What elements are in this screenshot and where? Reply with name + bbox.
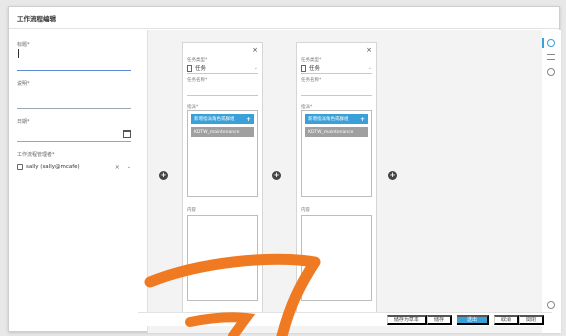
- assignee-field: 工作流程管理者* sally (sally@mcafe) × ⌄: [17, 151, 143, 173]
- date-label: 日期*: [17, 119, 30, 125]
- task-type-value: 任务: [195, 66, 207, 72]
- assignee-chip[interactable]: KDTW_maintenance: [191, 127, 254, 137]
- user-icon: [17, 164, 23, 170]
- close-icon[interactable]: ×: [366, 46, 372, 54]
- assign-box: 新增指派角色或群组 + KDTW_maintenance: [301, 110, 372, 197]
- close-icon[interactable]: ×: [252, 46, 258, 54]
- title-input[interactable]: [17, 60, 131, 71]
- task-type-value: 任务: [309, 66, 321, 72]
- workflow-edit-dialog: 工作流程编辑 标题* 说明* 日期* 工作流程管理者* sally (sally…: [8, 6, 561, 333]
- assignee-chip-label: KDTW_maintenance: [308, 129, 354, 135]
- date-field: 日期*: [17, 118, 143, 142]
- submit-button[interactable]: 送出: [456, 314, 489, 325]
- task-card: × 任务类型* 任务 ⌄ 任务名称* 指派* 新增指派角色或群组 + KDTW_…: [296, 42, 377, 319]
- dialog-header: 工作流程编辑: [9, 7, 559, 29]
- add-step-button[interactable]: +: [159, 171, 168, 180]
- plus-icon: +: [245, 115, 251, 123]
- assignee-chip[interactable]: KDTW_maintenance: [305, 127, 368, 137]
- task-type-select[interactable]: 任务 ⌄: [301, 63, 372, 74]
- document-icon: [301, 64, 306, 72]
- title-field: 标题*: [17, 41, 143, 71]
- content-label: 内容: [301, 208, 310, 213]
- assign-box: 新增指派角色或群组 + KDTW_maintenance: [187, 110, 258, 197]
- gear-icon[interactable]: [547, 301, 555, 309]
- text-cursor: [18, 49, 19, 58]
- assignee-chip-label: KDTW_maintenance: [194, 129, 240, 135]
- history-icon[interactable]: [547, 68, 555, 76]
- add-assignee-chip[interactable]: 新增指派角色或群组 +: [191, 114, 254, 124]
- document-icon: [187, 64, 192, 72]
- description-field: 说明*: [17, 80, 143, 109]
- add-assignee-chip[interactable]: 新增指派角色或群组 +: [305, 114, 368, 124]
- assignee-value: sally (sally@mcafe): [26, 164, 80, 170]
- cancel-button[interactable]: 取消: [493, 314, 519, 325]
- eye-icon[interactable]: [547, 39, 555, 47]
- calendar-icon[interactable]: [123, 130, 131, 138]
- chevron-down-icon[interactable]: ⌄: [127, 164, 131, 170]
- task-name-input[interactable]: [301, 83, 372, 96]
- add-assignee-chip-label: 新增指派角色或群组: [194, 117, 235, 122]
- workflow-canvas: + × 任务类型* 任务 ⌄ 任务名称* 指派* 新增指派角色或群组 + KDT…: [147, 30, 542, 333]
- add-step-button[interactable]: +: [388, 171, 397, 180]
- content-textarea[interactable]: [187, 215, 258, 301]
- title-label: 标题*: [17, 42, 30, 48]
- save-button[interactable]: 储存: [426, 314, 452, 325]
- task-card: × 任务类型* 任务 ⌄ 任务名称* 指派* 新增指派角色或群组 + KDTW_…: [182, 42, 263, 319]
- plus-icon: +: [359, 115, 365, 123]
- task-name-input[interactable]: [187, 83, 258, 96]
- clear-assignee-icon[interactable]: ×: [115, 164, 120, 171]
- description-label: 说明*: [17, 80, 30, 87]
- dialog-title: 工作流程编辑: [17, 14, 56, 23]
- save-as-draft-button[interactable]: 储存为草本: [386, 314, 427, 325]
- content-textarea[interactable]: [301, 215, 372, 301]
- chevron-down-icon[interactable]: ⌄: [254, 65, 258, 71]
- screen-background: 工作流程编辑 标题* 说明* 日期* 工作流程管理者* sally (sally…: [0, 0, 566, 336]
- add-step-button[interactable]: +: [272, 171, 281, 180]
- assignee-select[interactable]: sally (sally@mcafe) × ⌄: [17, 161, 131, 173]
- task-type-select[interactable]: 任务 ⌄: [187, 63, 258, 74]
- side-toolbar: [542, 30, 561, 333]
- content-label: 内容: [187, 208, 196, 213]
- dialog-footer: 储存为草本 储存 送出 取消 関閉: [138, 312, 552, 326]
- close-button[interactable]: 関閉: [518, 314, 544, 325]
- chevron-down-icon[interactable]: ⌄: [368, 65, 372, 71]
- assignee-label: 工作流程管理者*: [17, 152, 55, 158]
- add-assignee-chip-label: 新增指派角色或群组: [308, 117, 349, 122]
- list-icon[interactable]: [547, 54, 555, 60]
- workflow-form-panel: 标题* 说明* 日期* 工作流程管理者* sally (sally@mcafe): [17, 41, 143, 182]
- active-indicator: [542, 38, 544, 48]
- date-input[interactable]: [17, 128, 131, 142]
- description-input[interactable]: [17, 99, 131, 109]
